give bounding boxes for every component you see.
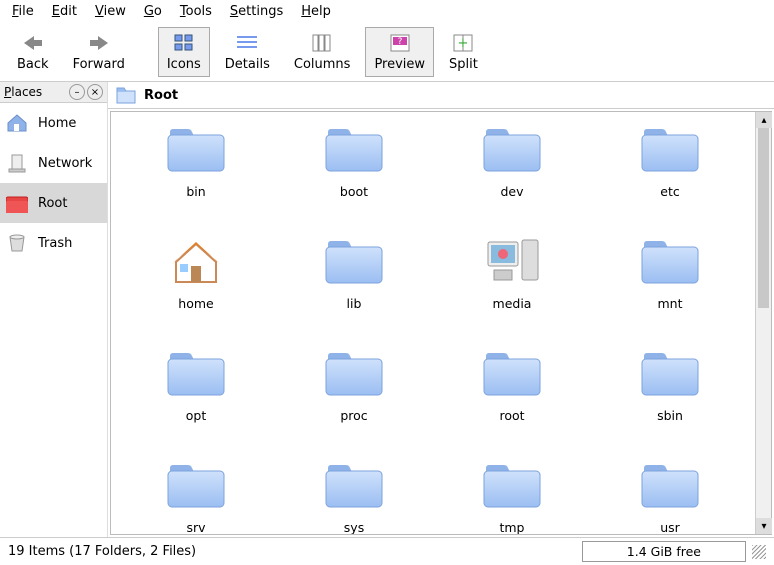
sidebar-item-home[interactable]: Home: [0, 103, 107, 143]
preview-icon: ?: [388, 32, 412, 54]
file-item-usr[interactable]: usr: [595, 458, 745, 534]
pathbar: Root: [108, 82, 774, 109]
folder-icon: [166, 458, 226, 510]
resize-grip-icon[interactable]: [752, 545, 766, 559]
house-icon: [6, 113, 28, 133]
icons-view-button[interactable]: Icons: [158, 27, 210, 77]
status-items: 19 Items (17 Folders, 2 Files): [8, 544, 196, 559]
folder-icon: [640, 234, 700, 286]
details-view-button[interactable]: Details: [216, 27, 279, 77]
file-item-srv[interactable]: srv: [121, 458, 271, 534]
scroll-thumb[interactable]: [758, 128, 769, 308]
file-item-sys[interactable]: sys: [279, 458, 429, 534]
menu-help[interactable]: Help: [301, 4, 331, 19]
preview-button[interactable]: ? Preview: [365, 27, 434, 77]
statusbar: 19 Items (17 Folders, 2 Files) 1.4 GiB f…: [0, 537, 774, 565]
folder-icon: [640, 346, 700, 398]
scroll-down-icon[interactable]: ▾: [756, 518, 772, 534]
toolbar: Back Forward Icons Details Columns ? Pre…: [0, 23, 774, 82]
file-item-media[interactable]: media: [437, 234, 587, 311]
file-item-opt[interactable]: opt: [121, 346, 271, 423]
file-item-sbin[interactable]: sbin: [595, 346, 745, 423]
file-item-proc[interactable]: proc: [279, 346, 429, 423]
svg-text:+: +: [458, 36, 469, 51]
folder-icon: [482, 346, 542, 398]
folder-icon: [482, 122, 542, 174]
columns-icon: [310, 32, 334, 54]
path-title: Root: [144, 88, 178, 103]
sidebar-item-network[interactable]: Network: [0, 143, 107, 183]
menu-settings[interactable]: Settings: [230, 4, 283, 19]
arrow-left-icon: [21, 32, 45, 54]
folder-icon: [640, 458, 700, 510]
menubar: File Edit View Go Tools Settings Help: [0, 0, 774, 23]
rootfolder-icon: [6, 193, 28, 213]
trash-icon: [6, 233, 28, 253]
menu-view[interactable]: View: [95, 4, 126, 19]
forward-button[interactable]: Forward: [64, 27, 134, 77]
computer-icon: [482, 234, 542, 286]
folder-icon: [482, 458, 542, 510]
menu-tools[interactable]: Tools: [180, 4, 212, 19]
file-grid[interactable]: binbootdevetchomelibmediamntoptprocroots…: [111, 112, 755, 534]
scroll-up-icon[interactable]: ▴: [756, 112, 772, 128]
sidebar: Places – × HomeNetworkRootTrash: [0, 82, 108, 537]
icons-icon: [172, 32, 196, 54]
back-button[interactable]: Back: [8, 27, 58, 77]
file-item-dev[interactable]: dev: [437, 122, 587, 199]
homefolder-icon: [166, 234, 226, 286]
close-icon[interactable]: ×: [87, 84, 103, 100]
split-icon: +: [451, 32, 475, 54]
file-item-tmp[interactable]: tmp: [437, 458, 587, 534]
sidebar-header: Places – ×: [0, 82, 107, 103]
file-item-mnt[interactable]: mnt: [595, 234, 745, 311]
file-item-bin[interactable]: bin: [121, 122, 271, 199]
sidebar-item-root[interactable]: Root: [0, 183, 107, 223]
folder-icon: [166, 346, 226, 398]
columns-view-button[interactable]: Columns: [285, 27, 360, 77]
menu-go[interactable]: Go: [144, 4, 162, 19]
file-item-lib[interactable]: lib: [279, 234, 429, 311]
arrow-right-icon: [87, 32, 111, 54]
file-item-root[interactable]: root: [437, 346, 587, 423]
folder-icon: [324, 346, 384, 398]
svg-text:?: ?: [397, 37, 402, 47]
file-item-home[interactable]: home: [121, 234, 271, 311]
folder-icon: [116, 86, 136, 104]
minimize-icon[interactable]: –: [69, 84, 85, 100]
folder-icon: [166, 122, 226, 174]
file-item-boot[interactable]: boot: [279, 122, 429, 199]
split-button[interactable]: + Split: [440, 27, 487, 77]
folder-icon: [324, 234, 384, 286]
menu-edit[interactable]: Edit: [52, 4, 77, 19]
status-free: 1.4 GiB free: [582, 541, 746, 562]
sidebar-item-trash[interactable]: Trash: [0, 223, 107, 263]
file-item-etc[interactable]: etc: [595, 122, 745, 199]
folder-icon: [324, 458, 384, 510]
network-icon: [6, 153, 28, 173]
scrollbar[interactable]: ▴ ▾: [755, 112, 771, 534]
folder-icon: [324, 122, 384, 174]
details-icon: [235, 32, 259, 54]
folder-icon: [640, 122, 700, 174]
menu-file[interactable]: File: [12, 4, 34, 19]
